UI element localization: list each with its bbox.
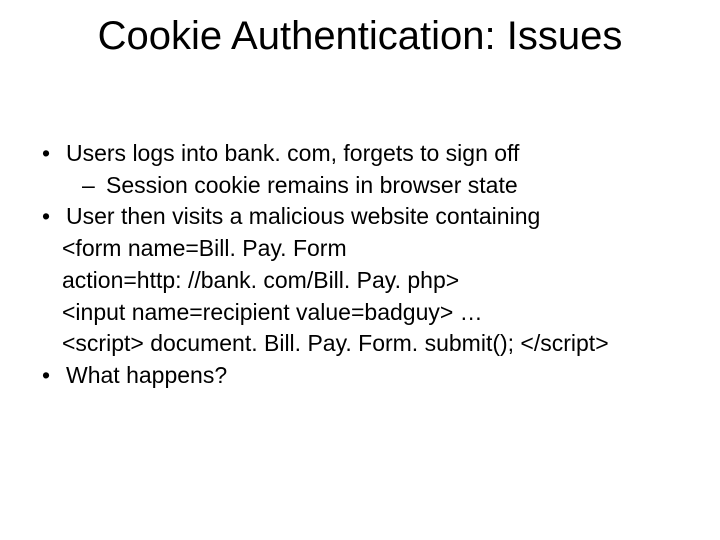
- bullet-item: User then visits a malicious website con…: [38, 201, 680, 233]
- bullet-text: User then visits a malicious website con…: [66, 203, 540, 229]
- sub-bullet-item: Session cookie remains in browser state: [38, 170, 680, 202]
- bullet-item: Users logs into bank. com, forgets to si…: [38, 138, 680, 170]
- sub-bullet-text: Session cookie remains in browser state: [106, 172, 518, 198]
- code-line: <script> document. Bill. Pay. Form. subm…: [38, 328, 680, 360]
- code-text: <input name=recipient value=badguy> …: [62, 299, 483, 325]
- slide-title: Cookie Authentication: Issues: [0, 14, 720, 59]
- code-text: action=http: //bank. com/Bill. Pay. php>: [62, 267, 459, 293]
- slide-body: Users logs into bank. com, forgets to si…: [38, 138, 680, 392]
- code-line: action=http: //bank. com/Bill. Pay. php>: [38, 265, 680, 297]
- code-line: <form name=Bill. Pay. Form: [38, 233, 680, 265]
- code-text: <form name=Bill. Pay. Form: [62, 235, 347, 261]
- slide: Cookie Authentication: Issues Users logs…: [0, 0, 720, 540]
- code-text: <script> document. Bill. Pay. Form. subm…: [62, 330, 609, 356]
- code-line: <input name=recipient value=badguy> …: [38, 297, 680, 329]
- bullet-text: What happens?: [66, 362, 227, 388]
- bullet-text: Users logs into bank. com, forgets to si…: [66, 140, 519, 166]
- bullet-item: What happens?: [38, 360, 680, 392]
